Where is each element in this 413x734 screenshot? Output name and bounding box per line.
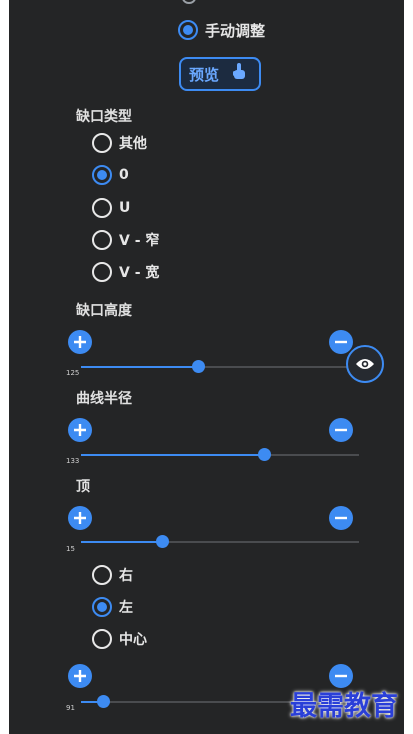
slider-fill (81, 454, 265, 456)
top-plus-button[interactable] (68, 506, 92, 530)
position-label-center: 中心 (119, 632, 147, 648)
slider-thumb[interactable] (258, 448, 272, 461)
notch-height-plus-button[interactable] (68, 330, 92, 354)
notch-label-v-wide: V - 宽 (119, 265, 160, 281)
notch-label-0: 0 (119, 167, 129, 183)
notch-label-u: U (119, 200, 131, 216)
plus-icon (74, 424, 86, 436)
notch-height-minus-button[interactable] (329, 330, 353, 354)
slider-thumb[interactable] (97, 695, 111, 708)
notch-option-other[interactable]: 其他 (92, 132, 147, 154)
notch-type-title: 缺口类型 (76, 109, 132, 125)
notch-label-v-narrow: V - 窄 (119, 233, 160, 249)
manual-adjust-radio[interactable] (178, 20, 198, 40)
offset-value: 91 (66, 704, 75, 712)
curve-radius-title: 曲线半径 (76, 391, 132, 407)
position-option-left[interactable]: 左 (92, 596, 133, 618)
eye-icon (356, 359, 374, 369)
slider-fill (81, 366, 198, 368)
position-label-right: 右 (119, 568, 133, 584)
slider-fill (81, 541, 162, 543)
curve-radius-minus-button[interactable] (329, 418, 353, 442)
plus-icon (74, 512, 86, 524)
top-minus-button[interactable] (329, 506, 353, 530)
slider-thumb[interactable] (155, 535, 169, 548)
position-radio-center[interactable] (92, 629, 112, 649)
notch-radio-v-wide[interactable] (92, 262, 112, 282)
notch-option-u[interactable]: U (92, 197, 130, 219)
position-option-right[interactable]: 右 (92, 564, 133, 586)
notch-label-other: 其他 (119, 136, 147, 152)
watermark-logo: 最需教育 (290, 691, 398, 722)
minus-icon (335, 340, 347, 344)
notch-radio-0[interactable] (92, 165, 112, 185)
notch-height-slider[interactable] (81, 360, 359, 373)
notch-radio-other[interactable] (92, 133, 112, 153)
notch-radio-u[interactable] (92, 198, 112, 218)
plus-icon (74, 336, 86, 348)
curve-radius-plus-button[interactable] (68, 418, 92, 442)
top-slider[interactable] (81, 535, 359, 548)
curve-radius-value: 133 (66, 457, 80, 465)
position-radio-right[interactable] (92, 565, 112, 585)
minus-icon (335, 428, 347, 432)
curve-radius-slider[interactable] (81, 448, 359, 461)
notch-radio-v-narrow[interactable] (92, 230, 112, 250)
position-option-center[interactable]: 中心 (92, 628, 147, 650)
minus-icon (335, 674, 347, 678)
notch-option-v-wide[interactable]: V - 宽 (92, 261, 159, 283)
preview-label: 预览 (189, 65, 220, 84)
notch-option-v-narrow[interactable]: V - 窄 (92, 229, 159, 251)
notch-option-0[interactable]: 0 (92, 164, 129, 186)
slider-thumb[interactable] (191, 360, 205, 373)
position-radio-left[interactable] (92, 597, 112, 617)
offset-plus-button[interactable] (68, 664, 92, 688)
manual-adjust-label: 手动调整 (205, 21, 266, 40)
preview-button[interactable]: 预览 (179, 57, 261, 91)
plus-icon (74, 670, 86, 682)
position-label-left: 左 (119, 600, 133, 616)
manual-adjust-option[interactable]: 手动调整 (178, 19, 265, 41)
hand-pointer-icon (231, 62, 247, 86)
preview-eye-button[interactable] (346, 345, 384, 383)
top-title: 顶 (76, 479, 90, 495)
notch-height-title: 缺口高度 (76, 303, 132, 319)
top-value: 15 (66, 545, 75, 553)
settings-panel: 手动调整 预览 缺口类型 其他 0 U V - 窄 V - 宽 缺口高度 125… (9, 0, 404, 734)
minus-icon (335, 516, 347, 520)
notch-height-value: 125 (66, 369, 80, 377)
scroll-indicator (182, 0, 196, 4)
